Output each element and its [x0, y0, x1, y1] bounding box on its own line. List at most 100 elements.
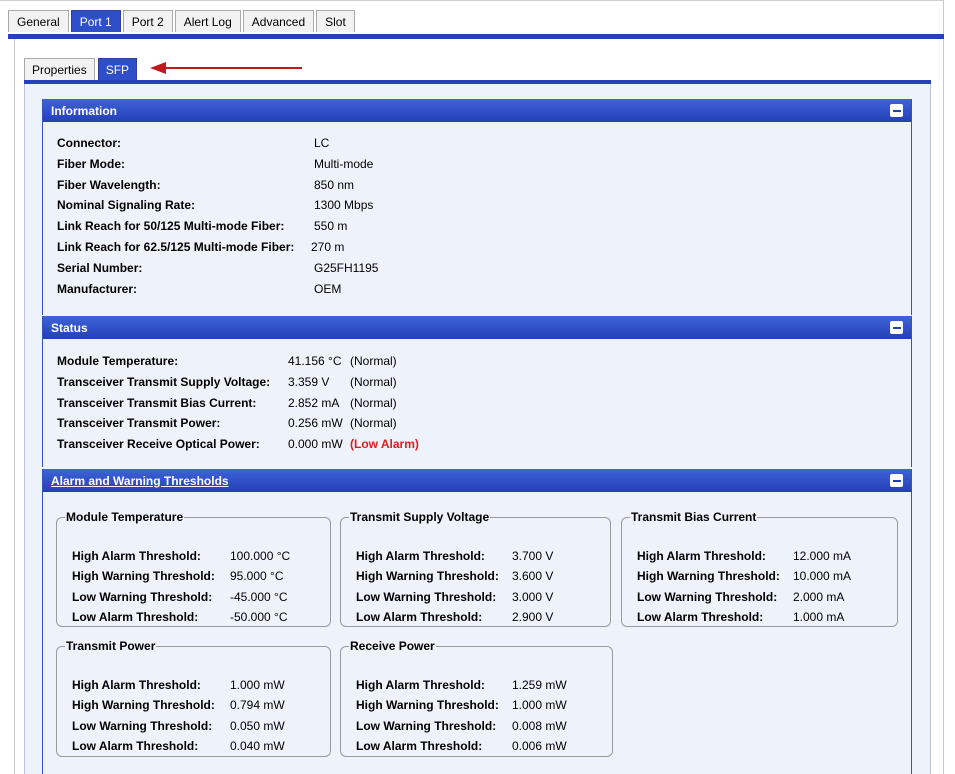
threshold-label: Low Alarm Threshold: [72, 739, 199, 754]
list-item: High Alarm Threshold: 100.000 °C [72, 546, 290, 566]
list-item: Transceiver Transmit Bias Current: 2.852 … [57, 393, 419, 414]
threshold-value: -45.000 °C [230, 589, 288, 604]
sub-tabbar: Properties SFP [24, 58, 138, 80]
collapse-icon[interactable] [890, 321, 903, 334]
threshold-list: High Alarm Threshold: 12.000 mA High Warn… [637, 546, 851, 627]
list-item: Low Warning Threshold: 3.000 V [356, 587, 553, 607]
threshold-label: High Alarm Threshold: [356, 549, 485, 564]
list-item: Low Warning Threshold: 0.050 mW [72, 716, 285, 736]
info-label: Nominal Signaling Rate: [57, 198, 196, 213]
status-state: (Normal) [350, 416, 397, 431]
annotation-arrow-icon [150, 62, 302, 74]
collapse-icon[interactable] [890, 104, 903, 117]
threshold-group-transmit-bias-current: Transmit Bias Current High Alarm Thresho… [621, 510, 898, 627]
status-label: Transceiver Receive Optical Power: [57, 437, 260, 452]
list-item: High Alarm Threshold: 12.000 mA [637, 546, 851, 566]
list-item: Transceiver Receive Optical Power: 0.000 … [57, 434, 419, 455]
threshold-group-receive-power: Receive Power High Alarm Threshold: 1.259… [340, 639, 613, 757]
status-state: (Normal) [350, 395, 397, 410]
threshold-label: High Warning Threshold: [637, 569, 780, 584]
status-label: Module Temperature: [57, 354, 179, 368]
status-value: 0.256 mW [288, 416, 343, 431]
list-item: High Warning Threshold: 3.600 V [356, 566, 553, 586]
tab-general[interactable]: General [8, 10, 69, 32]
list-item: Low Warning Threshold: 0.008 mW [356, 716, 567, 736]
threshold-value: 1.000 mW [230, 678, 285, 693]
threshold-label: High Warning Threshold: [72, 569, 215, 584]
thresholds-title-link[interactable]: Alarm and Warning Thresholds [51, 474, 229, 488]
list-item: Low Warning Threshold: -45.000 °C [72, 587, 290, 607]
threshold-group-title: Receive Power [350, 639, 435, 653]
threshold-list: High Alarm Threshold: 100.000 °C High War… [72, 546, 290, 627]
collapse-icon[interactable] [890, 474, 903, 487]
status-value: 0.000 mW [288, 437, 343, 452]
list-item: High Warning Threshold: 1.000 mW [356, 695, 567, 715]
threshold-value: 0.050 mW [230, 718, 285, 733]
info-value: 270 m [311, 239, 345, 254]
tab-alert-log[interactable]: Alert Log [174, 10, 241, 32]
list-item: High Alarm Threshold: 1.259 mW [356, 675, 567, 695]
tab-slot[interactable]: Slot [316, 10, 355, 32]
list-item: Serial Number: G25FH1195 [57, 258, 378, 279]
threshold-value: 3.700 V [512, 549, 554, 564]
list-item: Low Alarm Threshold: 0.040 mW [72, 736, 285, 756]
threshold-label: Low Warning Threshold: [72, 589, 213, 604]
threshold-label: Low Warning Threshold: [637, 589, 778, 604]
list-item: High Alarm Threshold: 3.700 V [356, 546, 553, 566]
threshold-value: 2.900 V [512, 610, 554, 625]
info-label: Link Reach for 62.5/125 Multi-mode Fiber… [57, 239, 295, 254]
threshold-group-title: Transmit Bias Current [631, 510, 757, 524]
list-item: High Warning Threshold: 10.000 mA [637, 566, 851, 586]
threshold-label: High Alarm Threshold: [356, 678, 485, 693]
threshold-list: High Alarm Threshold: 1.000 mW High Warni… [72, 675, 285, 756]
threshold-group-transmit-supply-voltage: Transmit Supply Voltage High Alarm Thres… [340, 510, 611, 627]
subtab-properties[interactable]: Properties [24, 58, 95, 80]
threshold-label: Low Alarm Threshold: [72, 610, 199, 625]
threshold-label: High Alarm Threshold: [637, 549, 766, 564]
threshold-value: 100.000 °C [230, 549, 291, 564]
thresholds-header: Alarm and Warning Thresholds [43, 469, 911, 492]
threshold-value: 95.000 °C [230, 569, 284, 584]
status-value: 3.359 V [288, 374, 330, 389]
tab-port-1[interactable]: Port 1 [70, 10, 121, 32]
info-value: OEM [314, 281, 342, 296]
threshold-label: Low Warning Threshold: [356, 589, 497, 604]
threshold-value: 1.000 mW [512, 698, 567, 713]
threshold-list: High Alarm Threshold: 3.700 V High Warnin… [356, 546, 553, 627]
status-label: Transceiver Transmit Power: [57, 416, 221, 431]
tab-advanced[interactable]: Advanced [242, 10, 315, 32]
threshold-group-title: Module Temperature [66, 510, 184, 524]
list-item: High Alarm Threshold: 1.000 mW [72, 675, 285, 695]
info-value: LC [314, 136, 330, 150]
threshold-value: 1.000 mA [793, 610, 845, 625]
tab-port-2[interactable]: Port 2 [122, 10, 173, 32]
info-label: Fiber Wavelength: [57, 177, 161, 192]
info-value: Multi-mode [314, 156, 374, 171]
threshold-list: High Alarm Threshold: 1.259 mW High Warni… [356, 675, 567, 756]
threshold-value: 10.000 mA [793, 569, 852, 584]
list-item: Low Alarm Threshold: -50.000 °C [72, 607, 290, 627]
info-value: 1300 Mbps [314, 198, 374, 213]
threshold-group-transmit-power: Transmit Power High Alarm Threshold: 1.00… [56, 639, 331, 757]
threshold-value: 3.000 V [512, 589, 554, 604]
list-item: Manufacturer: OEM [57, 279, 378, 300]
info-value: 550 m [314, 219, 348, 234]
threshold-value: 3.600 V [512, 569, 554, 584]
list-item: Module Temperature: 41.156 °C (Normal) [57, 351, 419, 372]
subtab-sfp[interactable]: SFP [97, 58, 138, 80]
info-label: Connector: [57, 136, 121, 150]
threshold-value: 12.000 mA [793, 549, 852, 564]
list-item: Fiber Mode: Multi-mode [57, 154, 378, 175]
threshold-value: 0.794 mW [230, 698, 285, 713]
info-label: Manufacturer: [57, 281, 138, 296]
threshold-label: Low Warning Threshold: [356, 718, 497, 733]
status-label: Transceiver Transmit Supply Voltage: [57, 374, 271, 389]
status-label: Transceiver Transmit Bias Current: [57, 395, 257, 410]
status-header: Status [43, 316, 911, 339]
information-list: Connector: LC Fiber Mode: Multi-mode Fiber… [57, 133, 378, 299]
list-item: Low Alarm Threshold: 2.900 V [356, 607, 553, 627]
list-item: Low Alarm Threshold: 1.000 mA [637, 607, 851, 627]
status-state: (Normal) [350, 354, 397, 368]
info-label: Serial Number: [57, 260, 143, 275]
list-item: Nominal Signaling Rate: 1300 Mbps [57, 195, 378, 216]
